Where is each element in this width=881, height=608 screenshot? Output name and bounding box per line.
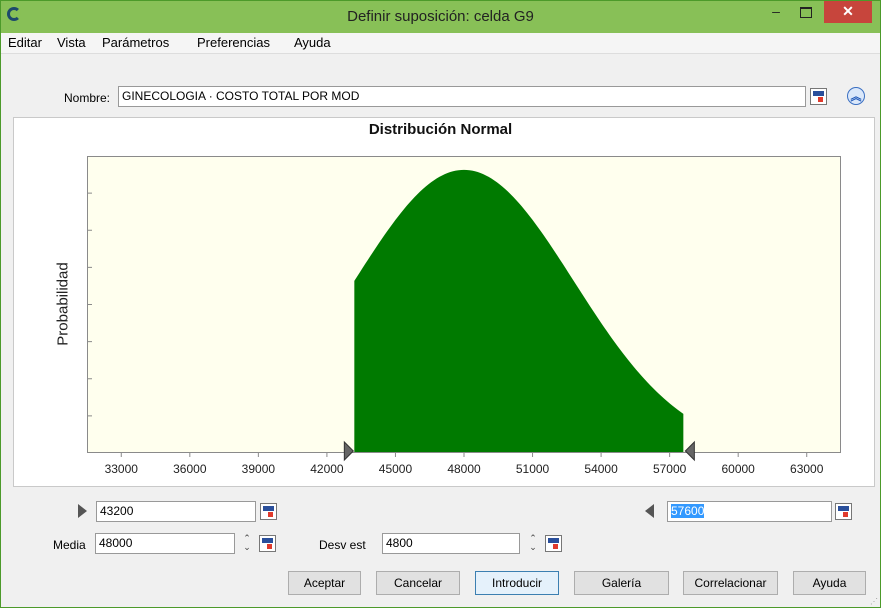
std-dev-label: Desv est (319, 538, 366, 552)
lower-bound-cell-ref-button[interactable] (260, 503, 277, 520)
upper-bound-cell-ref-button[interactable] (835, 503, 852, 520)
std-dev-cell-ref-button[interactable] (545, 535, 562, 552)
x-tick-label: 48000 (447, 462, 481, 476)
std-dev-spinner[interactable]: ⌃ ⌄ (528, 534, 538, 554)
upper-grabber-icon[interactable] (684, 440, 695, 462)
gallery-button[interactable]: Galería (574, 571, 669, 595)
x-tick-label: 57000 (653, 462, 687, 476)
lower-bound-arrow-icon[interactable] (78, 504, 87, 518)
x-tick-label: 54000 (584, 462, 618, 476)
x-tick-label: 39000 (242, 462, 276, 476)
mean-label: Media (53, 538, 86, 552)
mean-spinner[interactable]: ⌃ ⌄ (242, 534, 252, 554)
std-dev-input[interactable]: 4800 (382, 533, 520, 554)
x-tick-label: 33000 (105, 462, 139, 476)
correlate-button[interactable]: Correlacionar (683, 571, 778, 595)
dialog-window: Definir suposición: celda G9 – ✕ Editar … (0, 0, 881, 608)
help-button[interactable]: Ayuda (793, 571, 866, 595)
x-tick-label: 42000 (310, 462, 344, 476)
upper-bound-input[interactable]: 57600 (667, 501, 832, 522)
x-tick-label: 51000 (516, 462, 550, 476)
accept-button[interactable]: Aceptar (288, 571, 361, 595)
x-tick-label: 36000 (173, 462, 207, 476)
x-tick-label: 45000 (379, 462, 413, 476)
x-tick-label: 60000 (721, 462, 755, 476)
x-tick-label: 63000 (790, 462, 824, 476)
enter-button[interactable]: Introducir (475, 571, 559, 595)
mean-cell-ref-button[interactable] (259, 535, 276, 552)
distribution-area (354, 169, 684, 452)
lower-bound-input[interactable]: 43200 (96, 501, 256, 522)
lower-grabber-icon[interactable] (343, 440, 355, 462)
upper-bound-arrow-icon[interactable] (645, 504, 654, 518)
resize-grip-icon[interactable]: ⋰ (870, 597, 878, 606)
mean-input[interactable]: 48000 (95, 533, 235, 554)
upper-bound-value: 57600 (671, 504, 705, 518)
cancel-button[interactable]: Cancelar (376, 571, 460, 595)
